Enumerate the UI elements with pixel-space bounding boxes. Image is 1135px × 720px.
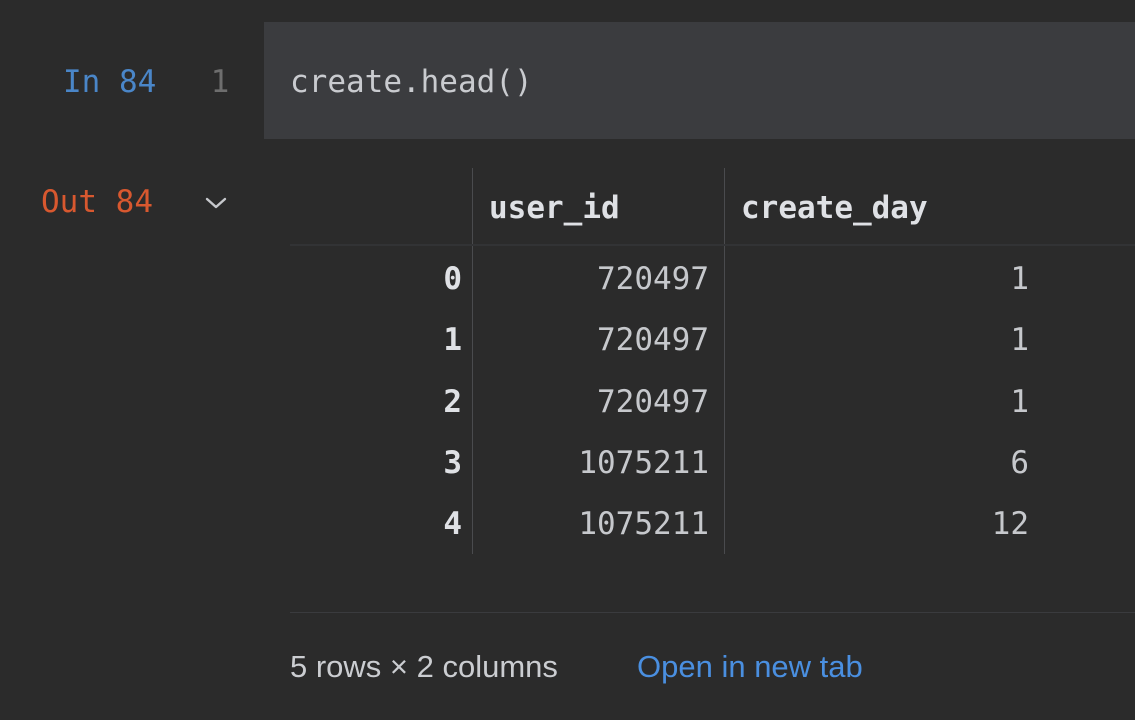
open-in-new-tab-link[interactable]: Open in new tab: [637, 645, 863, 689]
output-prompt-label: Out 84: [41, 184, 153, 220]
column-divider: [472, 168, 473, 554]
cell-create-day: 1: [1010, 384, 1029, 420]
row-index: 3: [443, 445, 462, 481]
column-header-user-id[interactable]: user_id: [489, 178, 620, 238]
row-index: 1: [443, 322, 462, 358]
input-prompt-label: In 84: [63, 64, 157, 100]
dataframe-table: user_id create_day 0 720497 1 1 720497 1…: [290, 168, 1135, 558]
cell-create-day: 6: [1010, 445, 1029, 481]
notebook-view: In 84 1 create.head() Out 84 user_id cre…: [0, 0, 1135, 720]
output-divider: [290, 612, 1135, 613]
code-editor[interactable]: create.head(): [264, 22, 1135, 139]
cell-create-day: 12: [991, 506, 1029, 542]
column-divider: [724, 168, 725, 554]
cell-user-id: 720497: [597, 322, 709, 358]
cell-user-id: 720497: [597, 261, 709, 297]
chevron-down-icon[interactable]: [203, 194, 229, 212]
cell-create-day: 1: [1010, 322, 1029, 358]
cell-user-id: 720497: [597, 384, 709, 420]
column-header-create-day[interactable]: create_day: [741, 178, 928, 238]
row-index: 2: [443, 384, 462, 420]
dataframe-shape-summary: 5 rows × 2 columns: [290, 649, 558, 684]
cell-user-id: 1075211: [578, 506, 709, 542]
cell-create-day: 1: [1010, 261, 1029, 297]
cell-user-id: 1075211: [578, 445, 709, 481]
code-line[interactable]: create.head(): [290, 60, 533, 104]
row-index: 0: [443, 261, 462, 297]
row-index: 4: [443, 506, 462, 542]
header-divider: [290, 244, 1135, 246]
line-number: 1: [210, 64, 230, 100]
